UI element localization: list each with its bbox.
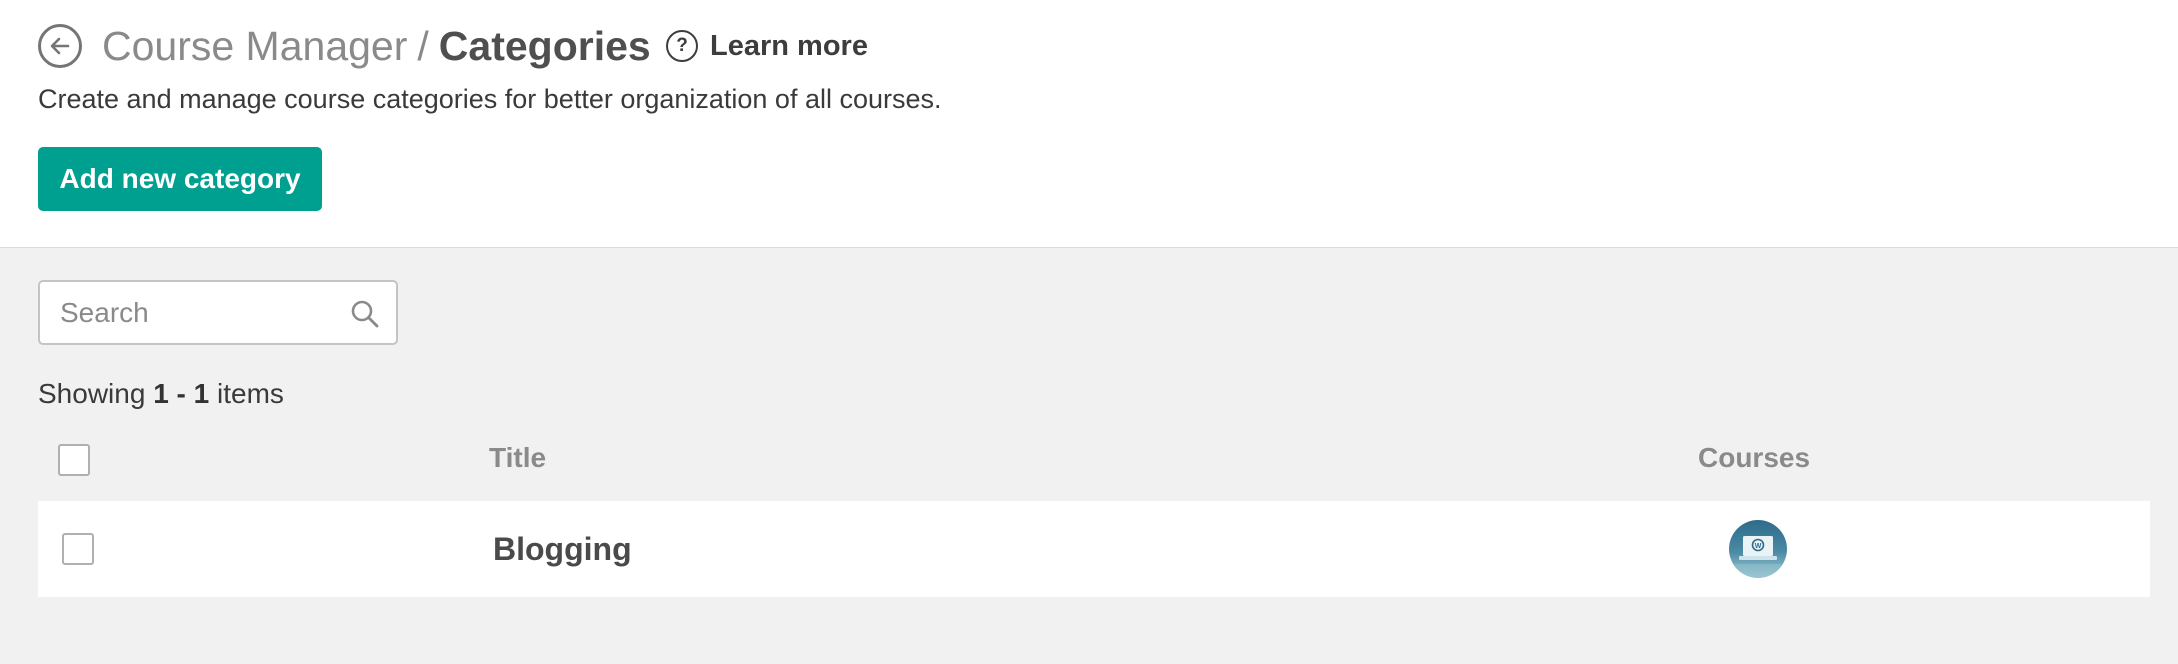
showing-range: 1 - 1 (153, 378, 210, 409)
back-button[interactable] (38, 24, 82, 68)
showing-suffix: items (217, 378, 284, 409)
table-row: Blogging W (38, 501, 2150, 597)
learn-more-label: Learn more (710, 29, 868, 62)
wordpress-icon: W (1735, 536, 1781, 578)
page-title: Course Manager / Categories (102, 20, 651, 72)
search-box (38, 280, 398, 345)
svg-text:W: W (1755, 543, 1762, 550)
page-description: Create and manage course categories for … (38, 84, 942, 114)
search-input[interactable] (60, 282, 360, 343)
category-title[interactable]: Blogging (493, 531, 632, 568)
select-all-checkbox[interactable] (58, 444, 90, 476)
column-header-courses: Courses (1698, 442, 1811, 473)
table-header: Title Courses (38, 434, 2150, 484)
add-new-category-button[interactable]: Add new category (38, 147, 322, 211)
breadcrumb-course-manager[interactable]: Course Manager (102, 23, 407, 70)
arrow-left-icon (50, 37, 70, 55)
breadcrumb-current: Categories (438, 22, 651, 69)
items-count: Showing 1 - 1 items (38, 378, 284, 410)
search-icon[interactable] (350, 299, 380, 329)
course-thumbnail[interactable]: W (1729, 520, 1787, 578)
question-circle-icon: ? (666, 30, 698, 62)
row-checkbox[interactable] (62, 533, 94, 565)
page-header: Course Manager / Categories ? Learn more… (0, 0, 2178, 248)
learn-more-link[interactable]: ? Learn more (666, 28, 868, 64)
column-header-title[interactable]: Title (489, 442, 546, 474)
breadcrumb-separator: / (417, 22, 429, 69)
showing-prefix: Showing (38, 378, 146, 409)
